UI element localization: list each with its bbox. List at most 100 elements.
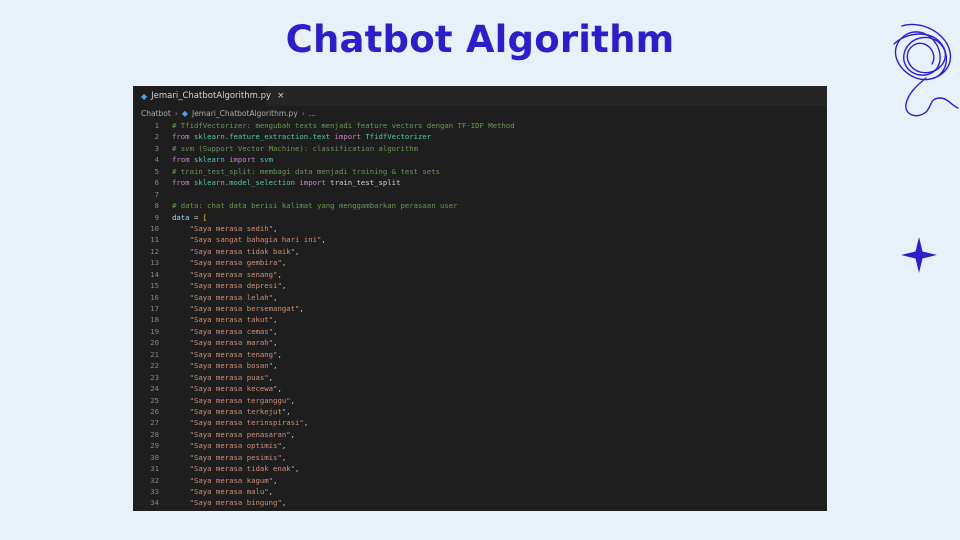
code-line[interactable]: 34 "Saya merasa bingung", [133,497,827,508]
code-line[interactable]: 27 "Saya merasa terinspirasi", [133,417,827,428]
line-number: 32 [150,475,159,485]
line-number: 21 [150,349,159,359]
code-line[interactable]: 33 "Saya merasa malu", [133,486,827,497]
sparkle-star-icon [901,237,937,273]
line-number: 9 [154,212,159,222]
code-token-string: "Saya merasa depresi" [189,281,282,291]
code-token-string: "Saya merasa penasaran" [189,429,291,439]
chevron-right-icon: › [174,108,178,118]
breadcrumb-more[interactable]: ... [309,109,316,118]
line-number: 2 [154,132,159,142]
code-token-keyword: import [330,132,366,142]
line-number: 22 [150,361,159,371]
code-token-plain: , [273,315,278,325]
code-line[interactable]: 13 "Saya merasa gembira", [133,257,827,268]
line-number: 26 [150,406,159,416]
code-text: "Saya merasa bosan", [172,360,278,371]
line-number: 5 [154,166,159,176]
code-token-string: "Saya merasa pesimis" [189,452,282,462]
code-line[interactable]: 5 # train_test_split: membagi data menjad… [133,166,827,177]
code-area[interactable]: 1 # TfidfVectorizer: mengubah texts menja… [133,120,827,509]
line-number: 11 [150,235,159,245]
code-text: # train_test_split: membagi data menjadi… [172,166,440,177]
code-token-comment: # train_test_split: membagi data menjadi… [172,166,440,176]
breadcrumb-file[interactable]: Jemari_ChatbotAlgorithm.py [192,109,298,118]
code-line[interactable]: 11 "Saya sangat bahagia hari ini", [133,234,827,245]
code-token-string: "Saya merasa optimis" [189,441,282,451]
code-line[interactable]: 9 data = [ [133,212,827,223]
code-line[interactable]: 16 "Saya merasa lelah", [133,292,827,303]
code-line[interactable]: 24 "Saya merasa kecewa", [133,383,827,394]
code-text: data = [ [172,212,207,223]
code-line[interactable]: 2 from sklearn.feature_extraction.text im… [133,131,827,142]
code-text: "Saya merasa tidak baik", [172,246,300,257]
code-token-string: "Saya merasa bersemangat" [189,304,300,313]
code-token-plain: , [290,429,296,439]
line-number: 3 [154,143,159,153]
code-text: "Saya merasa penasaran", [172,429,295,440]
code-token-plain: , [273,292,278,302]
code-line[interactable]: 29 "Saya merasa optimis", [133,440,827,451]
tab-filename: Jemari_ChatbotAlgorithm.py [151,91,272,101]
code-line[interactable]: 7 [133,189,827,200]
line-number: 28 [150,429,159,439]
code-line[interactable]: 10 "Saya merasa sedih", [133,223,827,234]
code-token-plain: , [281,441,287,451]
line-number: 33 [150,487,159,496]
code-token-comment: # TfidfVectorizer: mengubah texts menjad… [172,121,515,130]
code-line[interactable]: 6 from sklearn.model_selection import tra… [133,177,827,188]
code-line[interactable]: 20 "Saya merasa marah", [133,337,827,348]
code-line[interactable]: 19 "Saya merasa cemas", [133,326,827,337]
line-number: 8 [154,201,159,211]
code-line[interactable]: 3 # svm (Support Vector Machine): classif… [133,143,827,154]
code-text: # svm (Support Vector Machine): classifi… [172,143,418,154]
code-line[interactable]: 28 "Saya merasa penasaran", [133,429,827,440]
code-line[interactable]: 12 "Saya merasa tidak baik", [133,246,827,257]
code-line[interactable]: 4 from sklearn import svm [133,154,827,165]
code-token-plain: train_test_split [330,178,401,188]
code-line[interactable]: 23 "Saya merasa puas", [133,372,827,383]
code-line[interactable]: 26 "Saya merasa terkejut", [133,406,827,417]
code-token-plain: , [268,487,274,496]
code-line[interactable]: 30 "Saya merasa pesimis", [133,452,827,463]
code-line[interactable]: 17 "Saya merasa bersemangat", [133,303,827,314]
code-text: from sklearn.model_selection import trai… [172,177,400,188]
code-line[interactable]: 18 "Saya merasa takut", [133,314,827,325]
code-line[interactable]: 31 "Saya merasa tidak enak", [133,463,827,474]
code-text: "Saya merasa marah", [172,337,278,348]
code-token-module: TfidfVectorizer [365,132,432,142]
breadcrumb: Chatbot › ◆ Jemari_ChatbotAlgorithm.py ›… [133,106,827,120]
line-number: 6 [154,178,159,188]
line-number: 1 [154,121,159,130]
code-text: from sklearn import svm [172,154,273,165]
code-text: "Saya merasa tenang", [172,349,282,360]
code-line[interactable]: 1 # TfidfVectorizer: mengubah texts menja… [133,120,827,131]
code-line[interactable]: 32 "Saya merasa kagum", [133,475,827,486]
code-token-string: "Saya merasa kagum" [189,475,274,485]
code-line[interactable]: 8 # data: chat data berisi kalimat yang m… [133,200,827,211]
code-line[interactable]: 25 "Saya merasa terganggu", [133,395,827,406]
line-number: 15 [150,281,159,291]
code-text: "Saya merasa bersemangat", [172,303,304,314]
code-line[interactable]: 15 "Saya merasa depresi", [133,280,827,291]
code-token-plain: , [299,304,304,313]
code-line[interactable]: 22 "Saya merasa bosan", [133,360,827,371]
close-tab-icon[interactable]: × [277,91,285,101]
code-line[interactable]: 14 "Saya merasa senang", [133,269,827,280]
code-token-plain: , [281,498,287,508]
breadcrumb-folder[interactable]: Chatbot [141,109,171,118]
code-token-plain: = [189,212,203,222]
line-number: 20 [150,338,159,348]
editor-tab[interactable]: ◆ Jemari_ChatbotAlgorithm.py × [133,86,285,106]
code-text: "Saya merasa bingung", [172,497,287,508]
python-file-icon: ◆ [141,91,148,101]
code-line[interactable]: 21 "Saya merasa tenang", [133,349,827,360]
